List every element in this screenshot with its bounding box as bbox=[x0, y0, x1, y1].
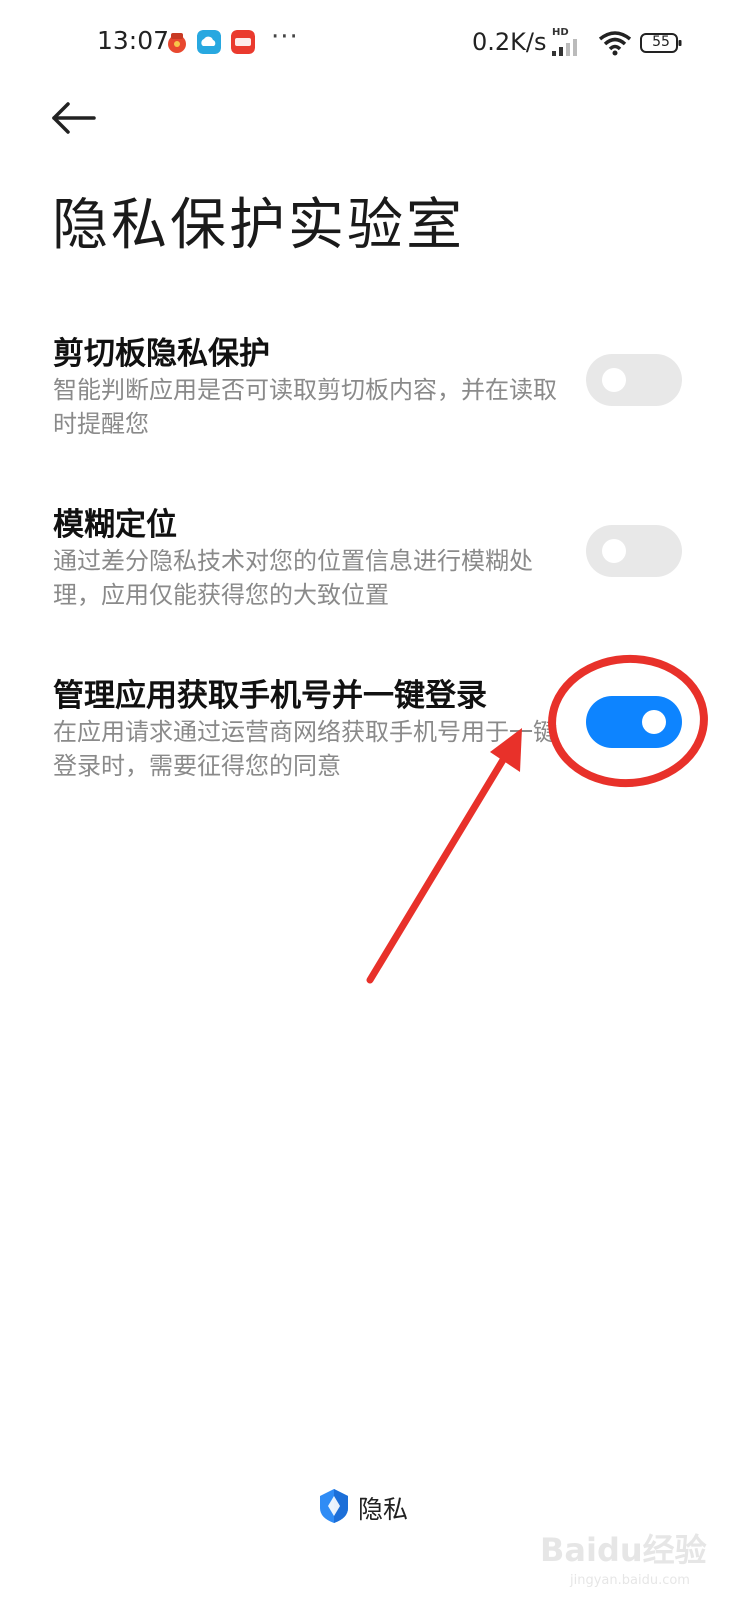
status-time: 13:07 bbox=[97, 26, 170, 55]
shield-logo-icon bbox=[320, 1489, 348, 1523]
setting-description: 在应用请求通过运营商网络获取手机号用于一键登录时，需要征得您的同意 bbox=[53, 718, 557, 780]
setting-description: 通过差分隐私技术对您的位置信息进行模糊处理，应用仅能获得您的大致位置 bbox=[53, 547, 533, 609]
arrow-left-icon bbox=[52, 102, 96, 134]
community-app-icon bbox=[231, 30, 255, 54]
setting-title: 管理应用获取手机号并一键登录 bbox=[53, 678, 487, 714]
setting-title: 模糊定位 bbox=[53, 507, 177, 543]
phone-number-login-toggle[interactable] bbox=[586, 696, 682, 748]
battery-level: 55 bbox=[652, 34, 670, 50]
fuzzy-location-toggle[interactable] bbox=[586, 525, 682, 577]
wifi-icon bbox=[598, 31, 632, 56]
toggle-knob bbox=[602, 368, 626, 392]
page-title: 隐私保护实验室 bbox=[52, 193, 465, 258]
setting-title: 剪切板隐私保护 bbox=[53, 336, 270, 372]
watermark-subtext: jingyan.baidu.com bbox=[570, 1573, 690, 1588]
network-type: HD bbox=[552, 27, 569, 38]
overflow-dots: ··· bbox=[271, 22, 299, 52]
toggle-knob bbox=[642, 710, 666, 734]
setting-phone-number-login: 管理应用获取手机号并一键登录 在应用请求通过运营商网络获取手机号用于一键登录时，… bbox=[0, 670, 738, 780]
back-button[interactable] bbox=[50, 100, 100, 136]
baidu-watermark: Baidu经验 jingyan.baidu.com bbox=[540, 1525, 720, 1595]
status-bar: 13:07 ··· 0.2K/s HD 55 bbox=[0, 0, 738, 86]
setting-description: 智能判断应用是否可读取剪切板内容，并在读取时提醒您 bbox=[53, 376, 557, 438]
setting-fuzzy-location: 模糊定位 通过差分隐私技术对您的位置信息进行模糊处理，应用仅能获得您的大致位置 bbox=[0, 499, 738, 609]
network-speed: 0.2K/s bbox=[472, 28, 547, 56]
clipboard-privacy-toggle[interactable] bbox=[586, 354, 682, 406]
cloud-app-icon bbox=[197, 30, 221, 54]
setting-clipboard-privacy: 剪切板隐私保护 智能判断应用是否可读取剪切板内容，并在读取时提醒您 bbox=[0, 328, 738, 438]
red-envelope-icon bbox=[168, 33, 186, 53]
toggle-knob bbox=[602, 539, 626, 563]
footer-label: 隐私 bbox=[358, 1495, 409, 1524]
signal-icon bbox=[552, 39, 577, 56]
watermark-text: Baidu经验 bbox=[540, 1531, 707, 1569]
